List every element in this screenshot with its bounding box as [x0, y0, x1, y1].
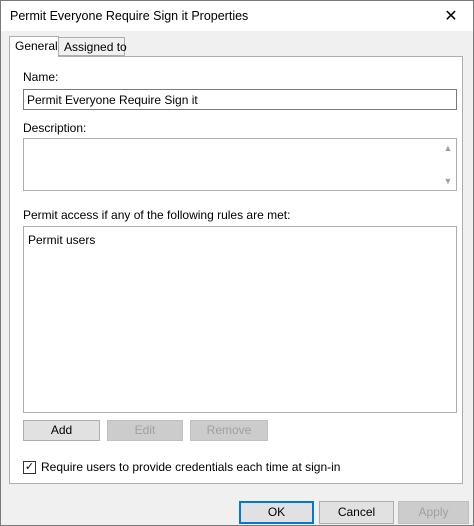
description-scrollbar[interactable]: ▲ ▼: [440, 139, 456, 190]
general-tab-panel: Name: Description: ▲ ▼ Permit access if …: [9, 56, 463, 484]
description-label: Description:: [23, 121, 87, 135]
name-input[interactable]: [23, 89, 457, 110]
close-button[interactable]: ✕: [431, 1, 471, 31]
dialog-title: Permit Everyone Require Sign it Properti…: [10, 9, 249, 23]
description-textarea[interactable]: ▲ ▼: [23, 138, 457, 191]
require-credentials-checkbox[interactable]: ✓: [23, 460, 36, 474]
checkmark-icon: ✓: [24, 460, 35, 473]
ok-button[interactable]: OK: [239, 501, 314, 524]
properties-dialog: Permit Everyone Require Sign it Properti…: [0, 0, 474, 526]
close-icon: ✕: [444, 8, 458, 25]
tab-general[interactable]: General: [9, 36, 59, 57]
scroll-up-icon[interactable]: ▲: [440, 140, 456, 156]
require-credentials-label: Require users to provide credentials eac…: [41, 460, 341, 474]
require-credentials-row[interactable]: ✓ Require users to provide credentials e…: [23, 459, 340, 475]
rules-list[interactable]: Permit users: [23, 226, 457, 413]
remove-rule-button[interactable]: Remove: [190, 420, 268, 441]
title-bar: Permit Everyone Require Sign it Properti…: [1, 1, 473, 31]
list-item[interactable]: Permit users: [28, 233, 95, 247]
apply-button[interactable]: Apply: [398, 501, 469, 524]
rules-label: Permit access if any of the following ru…: [23, 208, 291, 222]
name-label: Name:: [23, 70, 59, 84]
scroll-down-icon[interactable]: ▼: [440, 173, 456, 189]
edit-rule-button[interactable]: Edit: [107, 420, 183, 441]
add-rule-button[interactable]: Add: [23, 420, 100, 441]
tab-assigned-to[interactable]: Assigned to: [59, 37, 127, 56]
cancel-button[interactable]: Cancel: [319, 501, 394, 524]
